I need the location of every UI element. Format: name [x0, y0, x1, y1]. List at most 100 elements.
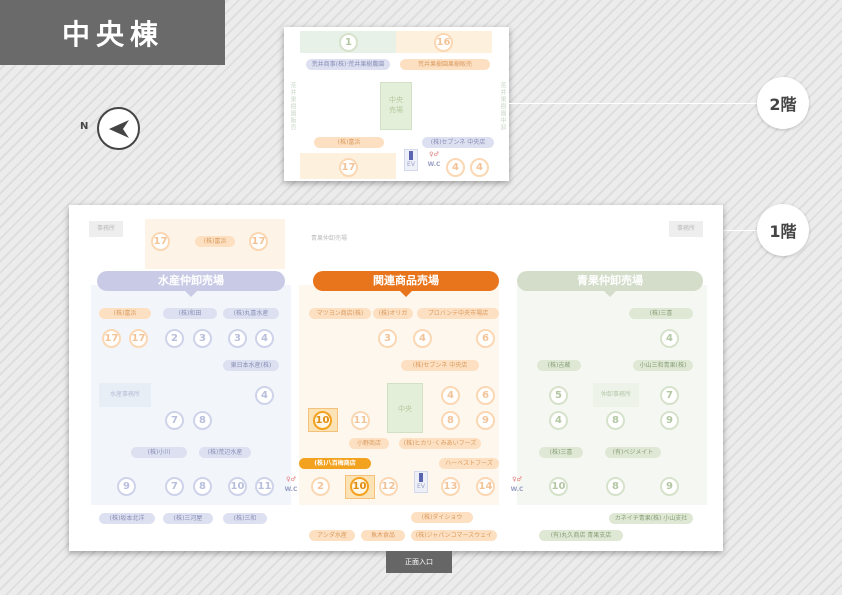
floor1-shop-pill[interactable]: (株)富浜 [195, 236, 235, 247]
seafood-number[interactable]: 2 [165, 329, 184, 348]
seafood-number[interactable]: 17 [102, 329, 121, 348]
floor1-office-left: 事務所 [89, 221, 123, 237]
related-number[interactable]: 4 [441, 386, 460, 405]
related-number[interactable]: 11 [351, 411, 370, 430]
seafood-number[interactable]: 4 [255, 329, 274, 348]
seafood-shop-pill[interactable]: (株)荒辺水産 [199, 447, 251, 458]
produce-number[interactable]: 8 [606, 411, 625, 430]
produce-number[interactable]: 4 [660, 329, 679, 348]
floor2-shop-pill[interactable]: 荒井果樹園果樹販売 [400, 59, 490, 70]
seafood-office: 水産事務所 [99, 383, 151, 407]
seafood-shop-pill[interactable]: (株)三和 [223, 513, 267, 524]
seafood-shop-pill[interactable]: (株)小川 [131, 447, 187, 458]
seafood-number[interactable]: 7 [165, 477, 184, 496]
seafood-restroom-icon: ♀♂ W.C [284, 476, 298, 493]
floor2-number-17[interactable]: 17 [339, 158, 358, 177]
floor2-badge[interactable]: 2階 [757, 77, 809, 129]
seafood-shop-pill[interactable]: (株)富浜 [99, 308, 151, 319]
seafood-number[interactable]: 11 [255, 477, 274, 496]
seafood-shop-pill[interactable]: (株)和田 [163, 308, 217, 319]
produce-number[interactable]: 5 [549, 386, 568, 405]
highlight-shop-number[interactable]: 10 [350, 477, 369, 496]
related-shop-pill[interactable]: (株)セブンネ 中央店 [401, 360, 479, 371]
produce-shop-pill[interactable]: カネイチ青果(株) 小山支社 [609, 513, 693, 524]
produce-shop-pill[interactable]: (株)三喜 [629, 308, 693, 319]
related-number[interactable]: 6 [476, 386, 495, 405]
produce-number[interactable]: 4 [549, 411, 568, 430]
main-entrance-label[interactable]: 正面入口 [386, 551, 452, 573]
related-number[interactable]: 8 [441, 411, 460, 430]
produce-shop-pill[interactable]: (株)吉蔵 [537, 360, 581, 371]
produce-number[interactable]: 9 [660, 411, 679, 430]
related-goods-section-header[interactable]: 関連商品売場 [313, 271, 499, 297]
floor1-top-middle-label: 青果仲卸売場 [311, 235, 348, 242]
produce-number[interactable]: 10 [549, 477, 568, 496]
seafood-shop-pill[interactable]: (株)坂本北洋 [99, 513, 155, 524]
north-arrow-icon [97, 107, 140, 150]
produce-office: 仲卸事務所 [593, 383, 639, 407]
compass-letter: N [80, 121, 89, 132]
related-shop-pill[interactable]: (株)オリガ [373, 308, 413, 319]
produce-number[interactable]: 9 [660, 477, 679, 496]
related-shop-pill[interactable]: (株)ヒカリ·くみあいフーズ [399, 438, 481, 449]
seafood-shop-pill[interactable]: (株)三河屋 [163, 513, 213, 524]
related-shop-pill[interactable]: (株)ジャパンコマースウェイ [411, 530, 497, 541]
floor2-number-4[interactable]: 4 [470, 158, 489, 177]
related-shop-pill[interactable]: 小野商店 [349, 438, 389, 449]
seafood-section-header[interactable]: 水産仲卸売場 [97, 271, 285, 297]
floor1-leader-line [723, 230, 757, 231]
related-shop-pill[interactable]: ハーベストフーズ [439, 458, 499, 469]
related-shop-pill[interactable]: マツヨン商店(株) [309, 308, 371, 319]
highlight-shop-number[interactable]: 10 [313, 411, 332, 430]
produce-shop-pill[interactable]: (有)ベジメイト [605, 447, 661, 458]
seafood-number[interactable]: 8 [193, 477, 212, 496]
floor2-number-4[interactable]: 4 [446, 158, 465, 177]
seafood-number[interactable]: 10 [228, 477, 247, 496]
floor2-side-label-left: 荒井果樹園販売 [289, 82, 296, 131]
produce-shop-pill[interactable]: (有)丸久商店 青果支店 [539, 530, 623, 541]
related-number[interactable]: 3 [378, 329, 397, 348]
related-number[interactable]: 14 [476, 477, 495, 496]
floor1-number-17[interactable]: 17 [249, 232, 268, 251]
floor2-shop-pill[interactable]: (株)セブンネ 中央店 [422, 137, 494, 148]
seafood-number[interactable]: 9 [117, 477, 136, 496]
produce-shop-pill[interactable]: 小山三和青果(株) [633, 360, 693, 371]
floor2-number-1[interactable]: 1 [339, 33, 358, 52]
floor2-map: 1 16 荒井商事(株)·荒井果樹農園 荒井果樹園果樹販売 荒井果樹園販売 荒井… [284, 27, 509, 181]
floor1-badge[interactable]: 1階 [757, 204, 809, 256]
related-shop-pill[interactable]: (株)ダイショウ [411, 512, 473, 523]
related-number[interactable]: 6 [476, 329, 495, 348]
highlight-shop-label[interactable]: (株)八百梅商店 [299, 458, 371, 469]
seafood-number[interactable]: 7 [165, 411, 184, 430]
seafood-number[interactable]: 3 [193, 329, 212, 348]
produce-shop-pill[interactable]: (株)三喜 [539, 447, 583, 458]
seafood-number[interactable]: 8 [193, 411, 212, 430]
floor2-shop-pill[interactable]: (株)富浜 [314, 137, 384, 148]
produce-number[interactable]: 8 [606, 477, 625, 496]
related-number[interactable]: 2 [311, 477, 330, 496]
related-shop-pill[interactable]: アシダ水産 [309, 530, 355, 541]
seafood-number[interactable]: 3 [228, 329, 247, 348]
seafood-number[interactable]: 4 [255, 386, 274, 405]
floor2-shop-pill[interactable]: 荒井商事(株)·荒井果樹農園 [306, 59, 390, 70]
seafood-shop-pill[interactable]: 東日本水産(株) [223, 360, 279, 371]
related-shop-pill[interactable]: プロバンテ中央市場店 [417, 308, 499, 319]
floor2-restroom-icon: ♀♂ W.C [427, 151, 441, 168]
floor1-elevator-icon: EV [414, 471, 428, 493]
floor2-side-label-right: 荒井果樹園中卸 [499, 82, 506, 131]
related-shop-pill[interactable]: 魚木食品 [361, 530, 405, 541]
related-number[interactable]: 4 [413, 329, 432, 348]
floor1-map: 事務所 事務所 17 (株)富浜 17 青果仲卸売場 水産仲卸売場 関連商品売場… [69, 205, 723, 551]
produce-number[interactable]: 7 [660, 386, 679, 405]
seafood-number[interactable]: 17 [129, 329, 148, 348]
seafood-shop-pill[interactable]: (株)丸喜水産 [223, 308, 279, 319]
floor2-leader-line [509, 103, 757, 104]
floor2-number-16[interactable]: 16 [434, 33, 453, 52]
related-number[interactable]: 9 [476, 411, 495, 430]
floor2-center-block: 中央 売場 [380, 82, 412, 130]
produce-section-header[interactable]: 青果仲卸売場 [517, 271, 703, 297]
related-number[interactable]: 13 [441, 477, 460, 496]
floor2-elevator-icon: EV [404, 149, 418, 171]
floor1-number-17[interactable]: 17 [151, 232, 170, 251]
related-number[interactable]: 12 [379, 477, 398, 496]
